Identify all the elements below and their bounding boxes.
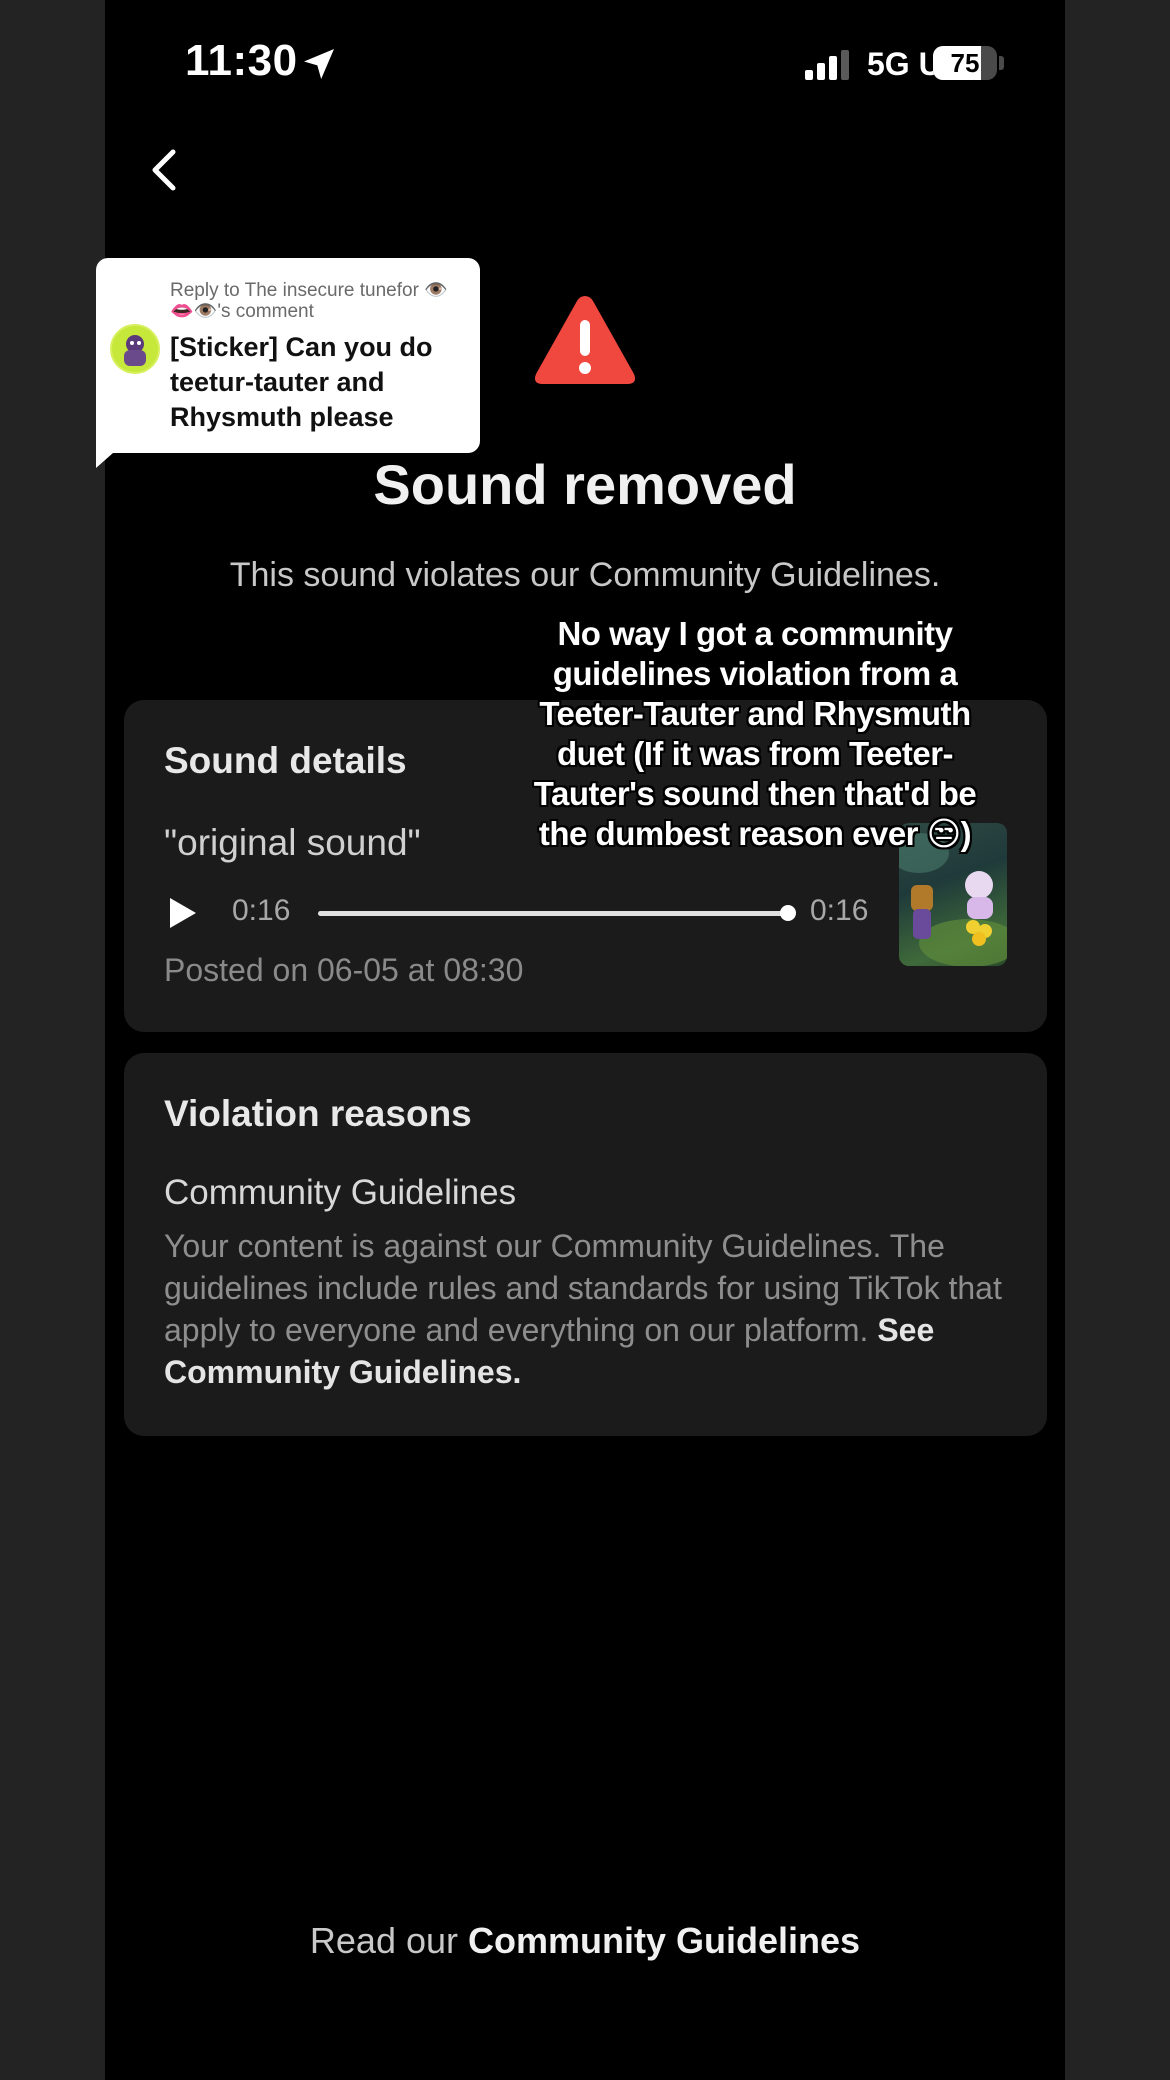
reason-body: Your content is against our Community Gu…: [164, 1225, 1024, 1393]
total-duration: 0:16: [810, 894, 869, 927]
sound-details-heading: Sound details: [164, 740, 407, 781]
progress-knob[interactable]: [780, 905, 796, 921]
reply-context: Reply to The insecure tunefor 👁️👄👁️'s co…: [170, 280, 448, 322]
footer: Read our Community Guidelines: [105, 1920, 1065, 1962]
progress-fill: [318, 911, 788, 916]
page-subtitle: This sound violates our Community Guidel…: [229, 556, 941, 594]
reason-title: Community Guidelines: [164, 1173, 517, 1212]
reply-sticker[interactable]: Reply to The insecure tunefor 👁️👄👁️'s co…: [96, 258, 480, 453]
battery-icon: 75: [933, 46, 997, 80]
reply-sticker-tail: [96, 438, 130, 468]
posted-date: Posted on 06-05 at 08:30: [164, 952, 524, 988]
violation-reasons-card: Violation reasons Community Guidelines Y…: [124, 1053, 1047, 1436]
violation-heading: Violation reasons: [164, 1093, 472, 1134]
status-time: 11:30: [185, 36, 298, 85]
avatar-art: [114, 328, 156, 370]
cellular-signal-icon: [805, 50, 849, 80]
play-icon[interactable]: [168, 896, 198, 930]
avatar: [110, 324, 160, 374]
back-button[interactable]: [135, 140, 195, 200]
sound-name: "original sound": [164, 822, 421, 863]
video-caption: No way I got a community guidelines viol…: [533, 615, 977, 852]
elapsed-time: 0:16: [232, 894, 291, 927]
location-arrow-icon: [304, 49, 334, 79]
battery-nub: [999, 56, 1004, 70]
footer-prefix: Read our: [309, 1920, 459, 1961]
warning-triangle-icon: [534, 296, 636, 384]
reply-text: [Sticker] Can you do teetur-tauter and R…: [170, 332, 433, 432]
page-title: Sound removed: [373, 453, 797, 516]
community-guidelines-link[interactable]: Community Guidelines: [468, 1920, 860, 1961]
audio-progress-bar[interactable]: [318, 905, 796, 921]
battery-percent: 75: [950, 48, 980, 78]
